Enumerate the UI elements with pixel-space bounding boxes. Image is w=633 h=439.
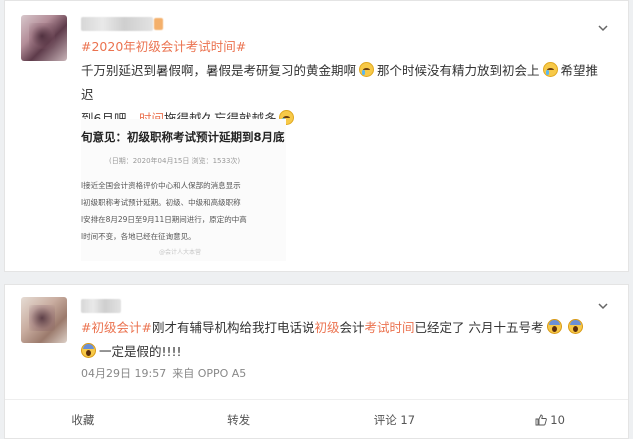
- repost-label: 转发: [227, 412, 251, 427]
- watermark: @会计人大本营: [159, 249, 202, 256]
- topic-link[interactable]: #初级会计#: [81, 320, 152, 335]
- avatar[interactable]: [21, 15, 67, 61]
- post-text-segment: 刚才有辅导机构给我打电话说: [151, 320, 315, 335]
- post-text-segment: 会计: [339, 320, 365, 335]
- nickname-blurred[interactable]: [81, 299, 121, 313]
- article-body: l接近全国会计资格评价中心和人保部的消息显示 l初级职称考试预计延期。初级、中级…: [81, 177, 286, 245]
- keyword-link[interactable]: 初级: [314, 320, 339, 335]
- article-meta: (日期：2020年04月15日 浏览：1533次): [109, 157, 241, 165]
- post-text-segment: 那个时候没有精力放到初会上: [377, 63, 540, 78]
- shock-icon: [546, 319, 562, 334]
- post-text-segment: 千万别延迟到暑假啊，暑假是考研复习的黄金期啊: [81, 63, 357, 78]
- shock-icon: [81, 343, 96, 358]
- comment-button[interactable]: 评论 17: [317, 400, 473, 439]
- article-title: 旬意见：初级职称考试预计延期到8月底: [81, 130, 285, 144]
- chevron-down-icon[interactable]: [596, 299, 610, 313]
- post-meta: 04月29日 19:57 来自 OPPO A5: [81, 365, 246, 381]
- like-count: 10: [550, 412, 565, 427]
- cry-icon: [542, 62, 558, 77]
- cry-icon: [359, 62, 375, 77]
- post-text: #2020年初级会计考试时间# 千万别延迟到暑假啊，暑假是考研复习的黄金期啊 那个…: [81, 35, 610, 131]
- keyword-link[interactable]: 考试时间: [365, 320, 415, 335]
- post-text: #初级会计#刚才有辅导机构给我打电话说初级会计考试时间已经定了 六月十五号考 一…: [81, 316, 610, 364]
- post-source[interactable]: 来自 OPPO A5: [172, 367, 246, 380]
- thumbs-up-icon: [535, 414, 548, 425]
- favorite-label: 收藏: [71, 412, 95, 427]
- repost-button[interactable]: 转发: [161, 400, 317, 439]
- topic-link[interactable]: #2020年初级会计考试时间#: [81, 39, 246, 54]
- article-line: l接近全国会计资格评价中心和人保部的消息显示: [81, 181, 241, 190]
- post-text-segment: 已经定了 六月十五号考: [414, 320, 544, 335]
- like-button[interactable]: 10: [472, 400, 628, 439]
- chevron-down-icon[interactable]: [596, 21, 610, 35]
- shock-icon: [567, 319, 583, 334]
- post-card: #初级会计#刚才有辅导机构给我打电话说初级会计考试时间已经定了 六月十五号考 一…: [4, 284, 629, 439]
- user-badge-icon: [154, 18, 163, 30]
- favorite-button[interactable]: 收藏: [5, 400, 161, 439]
- article-line: l安排在8月29日至9月11日期间进行，原定的中高: [81, 215, 247, 224]
- article-screenshot-image[interactable]: 旬意见：初级职称考试预计延期到8月底 (日期：2020年04月15日 浏览：15…: [81, 119, 286, 261]
- comment-label: 评论 17: [373, 412, 416, 427]
- action-bar: 收藏 转发 评论 17 10: [5, 399, 628, 439]
- avatar[interactable]: [21, 297, 67, 343]
- post-text-segment: 一定是假的!!!!: [99, 344, 182, 359]
- nickname-blurred[interactable]: [81, 17, 153, 31]
- article-line: l时间不变，各地已经在征询意见。: [81, 232, 196, 241]
- post-date[interactable]: 04月29日 19:57: [81, 367, 166, 380]
- post-card: #2020年初级会计考试时间# 千万别延迟到暑假啊，暑假是考研复习的黄金期啊 那个…: [4, 0, 629, 272]
- article-line: l初级职称考试预计延期。初级、中级和高级职称: [81, 198, 241, 207]
